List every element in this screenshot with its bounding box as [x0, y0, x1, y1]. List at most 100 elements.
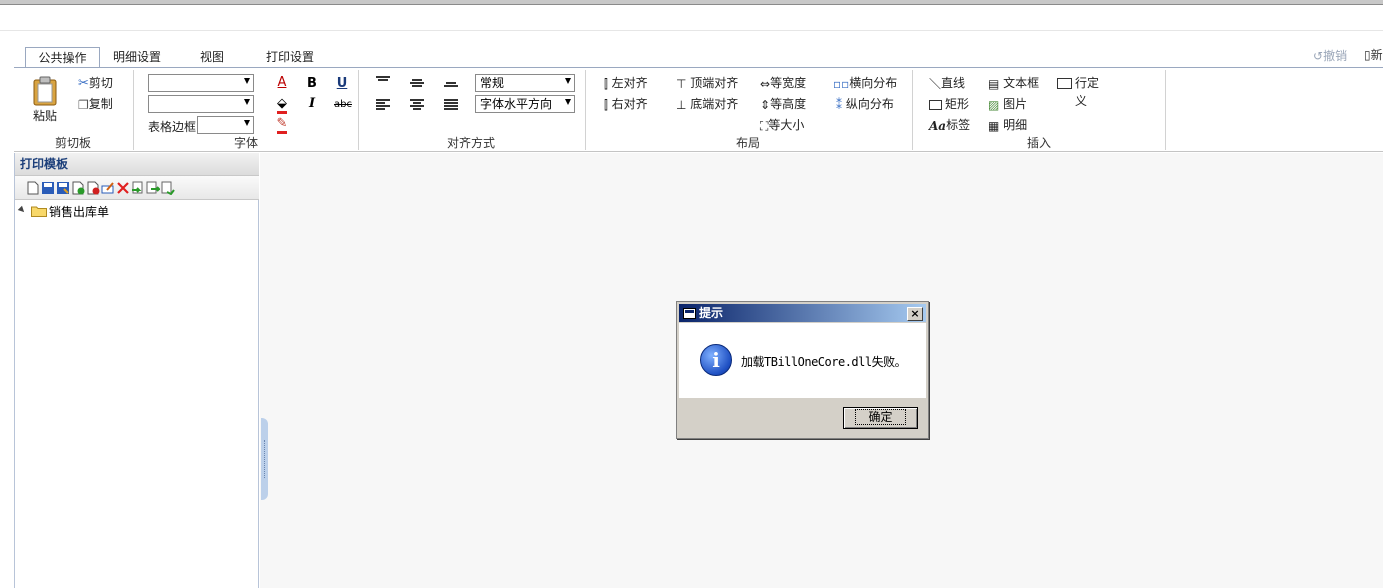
group-divider	[133, 70, 134, 150]
cell-style-select[interactable]: 常规	[475, 74, 575, 92]
h-distribute-button[interactable]: ▫▫横向分布	[833, 75, 897, 92]
align-top-objects-icon: ⊤	[676, 76, 687, 91]
new-file-icon[interactable]	[26, 181, 40, 195]
table-border-label: 表格边框	[148, 120, 197, 134]
align-bottom-icon[interactable]	[444, 82, 458, 94]
align-center-icon[interactable]	[410, 99, 424, 111]
save-icon[interactable]	[41, 181, 55, 195]
panel-splitter-handle[interactable]	[261, 418, 268, 500]
italic-button[interactable]: I	[304, 96, 320, 112]
ok-button[interactable]: 确定	[843, 407, 918, 429]
expand-triangle-icon[interactable]	[17, 205, 27, 215]
align-left-icon[interactable]	[376, 99, 390, 111]
same-size-button[interactable]: ⛶等大小	[760, 117, 804, 134]
ribbon-tabs: 公共操作 明细设置 视图 打印设置	[14, 46, 1383, 68]
window-icon	[683, 308, 696, 319]
custom-row-label-cont: 义	[1075, 94, 1088, 108]
insert-line-button[interactable]: ＼直线	[929, 75, 965, 92]
same-height-button[interactable]: ⇕等高度	[760, 96, 806, 113]
line-icon: ＼	[929, 76, 942, 91]
import-icon[interactable]	[131, 181, 145, 195]
font-name-select[interactable]	[148, 74, 254, 92]
horizontal-distribute-icon: ▫▫	[833, 76, 850, 91]
export-icon[interactable]	[146, 181, 160, 195]
dialog-body: i 加载TBillOneCore.dll失败。	[679, 323, 926, 398]
same-width-button[interactable]: ⇔等宽度	[760, 75, 806, 92]
align-bottom-objects-icon: ⊥	[676, 97, 687, 112]
paste-button[interactable]: 粘贴	[29, 76, 61, 123]
undo-icon: ↺	[1313, 49, 1324, 63]
image-icon: ▨	[988, 97, 1000, 112]
close-icon[interactable]	[116, 181, 130, 195]
same-width-icon: ⇔	[760, 76, 771, 91]
text-direction-select[interactable]: 字体水平方向	[475, 95, 575, 113]
undo-button[interactable]: ↺撤销	[1313, 47, 1347, 64]
window-top-border	[0, 0, 1383, 5]
align-justify-icon[interactable]	[444, 99, 458, 111]
delete-template-icon[interactable]	[86, 181, 100, 195]
vertical-distribute-icon: ⁑	[836, 97, 842, 112]
chevron-down-icon	[244, 99, 250, 105]
group-divider	[1165, 70, 1166, 150]
template-panel: 打印模板 销售出库单	[14, 153, 259, 588]
alert-dialog: 提示 × i 加载TBillOneCore.dll失败。 确定	[676, 301, 929, 439]
refresh-icon[interactable]	[161, 181, 175, 195]
template-tree: 销售出库单	[17, 203, 139, 219]
pen-color-button[interactable]: ✎	[274, 116, 290, 134]
tab-detail-settings[interactable]: 明细设置	[106, 47, 168, 68]
fill-color-button[interactable]: ⬙	[274, 96, 290, 114]
tab-print-settings[interactable]: 打印设置	[260, 47, 320, 68]
font-color-button[interactable]: A	[274, 75, 290, 91]
same-height-icon: ⇕	[760, 97, 771, 112]
insert-rect-button[interactable]: 矩形	[929, 96, 969, 112]
ribbon: 粘贴 ✂剪切 ❐复制 剪切板 表格边框 A B U ⬙ I abc ✎ 字体 常…	[14, 68, 1383, 152]
new-button[interactable]: ▯新	[1364, 46, 1383, 63]
add-template-icon[interactable]	[71, 181, 85, 195]
dialog-close-button[interactable]: ×	[907, 307, 923, 321]
copy-icon: ❐	[78, 97, 89, 112]
v-distribute-button[interactable]: ⁑ 纵向分布	[836, 96, 894, 113]
group-divider	[912, 70, 913, 150]
dialog-title: 提示	[699, 306, 724, 320]
insert-detail-button[interactable]: ▦ 明细	[988, 117, 1027, 134]
rectangle-icon	[929, 99, 942, 110]
tab-view[interactable]: 视图	[194, 47, 230, 68]
label-icon: Aa	[929, 118, 947, 133]
textbox-icon: ▤	[988, 76, 1000, 91]
group-label-align: 对齐方式	[447, 136, 496, 150]
paint-bucket-icon: ⬙	[277, 96, 287, 114]
insert-image-button[interactable]: ▨ 图片	[988, 96, 1027, 113]
info-icon: i	[700, 344, 732, 376]
custom-row-button[interactable]: 行定	[1057, 75, 1099, 91]
dialog-message: 加载TBillOneCore.dll失败。	[741, 355, 907, 369]
align-left-button[interactable]: ⫿ 左对齐	[604, 75, 648, 92]
insert-label-button[interactable]: Aa标签	[929, 117, 970, 134]
header-separator	[0, 30, 1383, 31]
align-right-button[interactable]: ⫿ 右对齐	[604, 96, 648, 113]
align-bottom-button[interactable]: ⊥ 底端对齐	[676, 96, 738, 113]
font-size-select[interactable]	[148, 95, 254, 113]
bold-button[interactable]: B	[304, 76, 320, 92]
edit-icon[interactable]	[101, 181, 115, 195]
insert-textbox-button[interactable]: ▤ 文本框	[988, 75, 1039, 92]
panel-title: 打印模板	[15, 153, 259, 176]
cut-button[interactable]: ✂剪切	[78, 75, 113, 92]
chevron-down-icon	[244, 78, 250, 84]
tree-node[interactable]: 销售出库单	[17, 203, 139, 219]
underline-button[interactable]: U	[334, 76, 350, 92]
group-label-layout: 布局	[736, 136, 761, 150]
align-middle-icon[interactable]	[410, 79, 424, 91]
align-top-button[interactable]: ⊤ 顶端对齐	[676, 75, 738, 92]
pen-icon: ✎	[276, 116, 288, 134]
tab-common[interactable]: 公共操作	[25, 47, 100, 68]
table-border-select[interactable]	[197, 116, 254, 134]
align-top-icon[interactable]	[376, 76, 390, 88]
group-label-font: 字体	[234, 136, 259, 150]
copy-button[interactable]: ❐复制	[78, 96, 113, 113]
strikethrough-button[interactable]: abc	[332, 97, 354, 113]
paste-label: 粘贴	[33, 109, 58, 123]
save-as-icon[interactable]	[56, 181, 70, 195]
table-icon: ▦	[988, 118, 1000, 133]
dialog-titlebar[interactable]: 提示 ×	[679, 304, 926, 322]
align-right-objects-icon: ⫿	[604, 97, 608, 112]
